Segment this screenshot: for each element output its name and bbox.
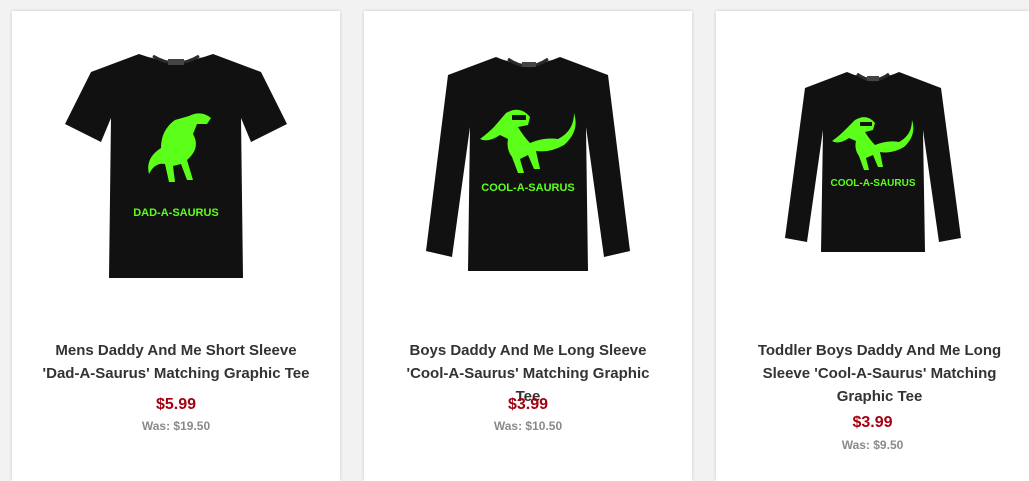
product-grid: DAD-A-SAURUS Mens Daddy And Me Short Sle… bbox=[0, 0, 1029, 481]
product-title-line: 'Dad-A-Saurus' Matching Graphic Tee bbox=[42, 365, 310, 382]
was-price: Was: $19.50 bbox=[141, 419, 211, 433]
product-card[interactable]: COOL-A-SAURUS Boys Daddy And Me Long Sle… bbox=[364, 11, 692, 481]
toddler-long-sleeve-tee-image: COOL-A-SAURUS bbox=[784, 72, 961, 252]
product-title[interactable]: Mens Daddy And Me Short Sleeve 'Dad-A-Sa… bbox=[42, 339, 310, 385]
was-price: Was: $10.50 bbox=[493, 419, 563, 433]
sale-price: $5.99 bbox=[155, 396, 197, 413]
sale-price: $3.99 bbox=[507, 396, 549, 413]
product-title-line: Toddler Boys Daddy And Me Long bbox=[757, 342, 1002, 359]
was-price: Was: $9.50 bbox=[841, 438, 904, 452]
product-card[interactable]: COOL-A-SAURUS Toddler Boys Daddy And Me … bbox=[716, 11, 1029, 481]
sale-price: $3.99 bbox=[852, 414, 893, 431]
graphic-text: COOL-A-SAURUS bbox=[830, 178, 915, 189]
graphic-text: DAD-A-SAURUS bbox=[133, 207, 219, 219]
product-title[interactable]: Toddler Boys Daddy And Me Long Sleeve 'C… bbox=[750, 339, 1009, 408]
product-title-line: Mens Daddy And Me Short Sleeve bbox=[55, 342, 297, 359]
product-image[interactable]: DAD-A-SAURUS bbox=[12, 11, 340, 321]
product-title-line: Boys Daddy And Me Long Sleeve bbox=[409, 342, 647, 359]
product-card[interactable]: DAD-A-SAURUS Mens Daddy And Me Short Sle… bbox=[12, 11, 340, 481]
graphic-text: COOL-A-SAURUS bbox=[481, 182, 575, 194]
product-image[interactable]: COOL-A-SAURUS bbox=[364, 11, 692, 321]
short-sleeve-tee-image: DAD-A-SAURUS bbox=[65, 54, 287, 278]
product-title-line: Graphic Tee bbox=[836, 388, 923, 405]
long-sleeve-tee-image: COOL-A-SAURUS bbox=[426, 57, 630, 271]
product-title-line: Sleeve 'Cool-A-Saurus' Matching bbox=[762, 365, 997, 382]
product-image[interactable]: COOL-A-SAURUS bbox=[716, 11, 1029, 321]
